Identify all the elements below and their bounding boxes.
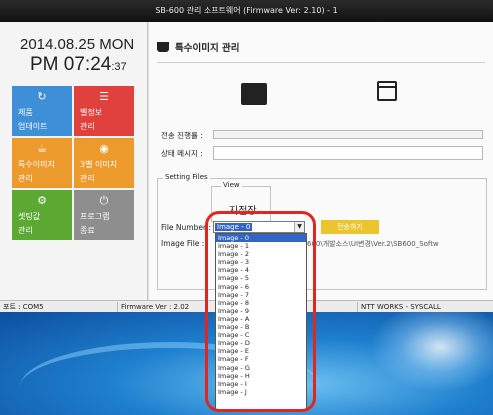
- tile-label: 제품: [18, 108, 33, 117]
- list-icon: ☰: [99, 90, 109, 103]
- preview-window-icon[interactable]: [377, 81, 397, 101]
- power-icon: ⏻: [99, 194, 109, 207]
- setting-files-title: Setting Files: [163, 173, 210, 181]
- image-file-label: Image File :: [161, 239, 205, 248]
- view-value: 지점장: [229, 206, 257, 217]
- view-title: View: [221, 181, 242, 189]
- tile-label: 특수이미지: [18, 160, 55, 169]
- send-button[interactable]: 전송하기: [321, 220, 379, 234]
- clock-time: PM 07:24:37: [30, 54, 127, 76]
- status-company: NTT WORKS - SYSCALL: [361, 303, 441, 311]
- tile-label: 관리: [18, 174, 33, 183]
- window-title: SB-600 관리 소프트웨어 (Firmware Ver: 2.10) - 1: [0, 0, 493, 22]
- cup-icon: [157, 42, 169, 52]
- gear-icon: ⚙: [37, 194, 47, 207]
- dropdown-option[interactable]: Image - G: [216, 364, 306, 372]
- main-panel: 특수이미지 관리 전송 진행률 : 상태 메시지 : Setting Files…: [149, 22, 493, 300]
- image-file-path: 600\개발소스\UI변경\Ver.2\SB600_Softw: [307, 240, 439, 248]
- status-port: 포트 : COM5: [0, 302, 118, 312]
- tile-label: 관리: [80, 122, 95, 131]
- divider: [157, 62, 485, 63]
- selected-value: Image - 0: [215, 223, 253, 231]
- dropdown-option[interactable]: Image - C: [216, 331, 306, 339]
- clock-seconds: :37: [111, 61, 127, 73]
- clock-icon: ◉: [99, 142, 109, 155]
- progress-label: 전송 진행률 :: [161, 131, 203, 140]
- tile-label: 업데이트: [18, 122, 48, 131]
- dropdown-option[interactable]: Image - B: [216, 323, 306, 331]
- tile-product-update[interactable]: ↻ 제품업데이트: [12, 86, 72, 136]
- dropdown-option[interactable]: Image - F: [216, 355, 306, 363]
- dropdown-option[interactable]: Image - 1: [216, 242, 306, 250]
- clock-time-main: PM 07:24: [30, 54, 112, 75]
- cup-icon: ☕: [37, 142, 47, 155]
- file-number-dropdown-list[interactable]: Image - 0 Image - 1 Image - 2 Image - 3 Imag…: [215, 233, 307, 411]
- left-panel: 2014.08.25 MON PM 07:24:37 ↻ 제품업데이트 ☰ 벨정…: [0, 22, 148, 300]
- tile-label: 관리: [18, 226, 33, 235]
- dropdown-option[interactable]: Image - 7: [216, 291, 306, 299]
- dropdown-option[interactable]: Image - H: [216, 372, 306, 380]
- preview-black-icon[interactable]: [241, 83, 267, 105]
- tile-3bell-image[interactable]: ◉ 3벨 이미지관리: [74, 138, 134, 188]
- tile-label: 셋팅값: [18, 212, 41, 221]
- setting-files-group: [157, 178, 487, 290]
- dropdown-option[interactable]: Image - 9: [216, 307, 306, 315]
- tile-label: 관리: [80, 174, 95, 183]
- dropdown-option[interactable]: Image - D: [216, 339, 306, 347]
- dropdown-option[interactable]: Image - E: [216, 347, 306, 355]
- tile-label: 3벨 이미지: [80, 160, 118, 169]
- page-title-text: 특수이미지 관리: [175, 43, 240, 54]
- refresh-icon: ↻: [37, 90, 47, 103]
- status-message-field[interactable]: [213, 146, 483, 160]
- dropdown-option[interactable]: Image - 4: [216, 266, 306, 274]
- progress-bar: [213, 130, 483, 139]
- tile-bell-info[interactable]: ☰ 벨정보관리: [74, 86, 134, 136]
- status-label: 상태 메시지 :: [161, 149, 203, 158]
- file-number-select[interactable]: Image - 0 ▼: [213, 221, 305, 233]
- dropdown-option[interactable]: Image - 0: [216, 234, 306, 243]
- tile-exit[interactable]: ⏻ 프로그램종료: [74, 190, 134, 240]
- tile-label: 종료: [80, 226, 95, 235]
- dropdown-option[interactable]: Image - J: [216, 388, 306, 396]
- page-title: 특수이미지 관리: [157, 40, 240, 54]
- clock-date: 2014.08.25 MON: [20, 36, 135, 53]
- dropdown-option[interactable]: Image - A: [216, 315, 306, 323]
- tile-label: 프로그램: [80, 212, 110, 221]
- dropdown-option[interactable]: Image - 3: [216, 258, 306, 266]
- tile-label: 벨정보: [80, 108, 103, 117]
- tile-special-image[interactable]: ☕ 특수이미지관리: [12, 138, 72, 188]
- desktop-glow: [370, 312, 493, 392]
- dropdown-option[interactable]: Image - 6: [216, 283, 306, 291]
- dropdown-option[interactable]: Image - I: [216, 380, 306, 388]
- dropdown-option[interactable]: Image - 5: [216, 274, 306, 282]
- tile-settings[interactable]: ⚙ 셋팅값관리: [12, 190, 72, 240]
- dropdown-option[interactable]: Image - 2: [216, 250, 306, 258]
- file-number-label: File Number :: [161, 223, 211, 232]
- chevron-down-icon[interactable]: ▼: [294, 222, 304, 232]
- dropdown-option[interactable]: Image - 8: [216, 299, 306, 307]
